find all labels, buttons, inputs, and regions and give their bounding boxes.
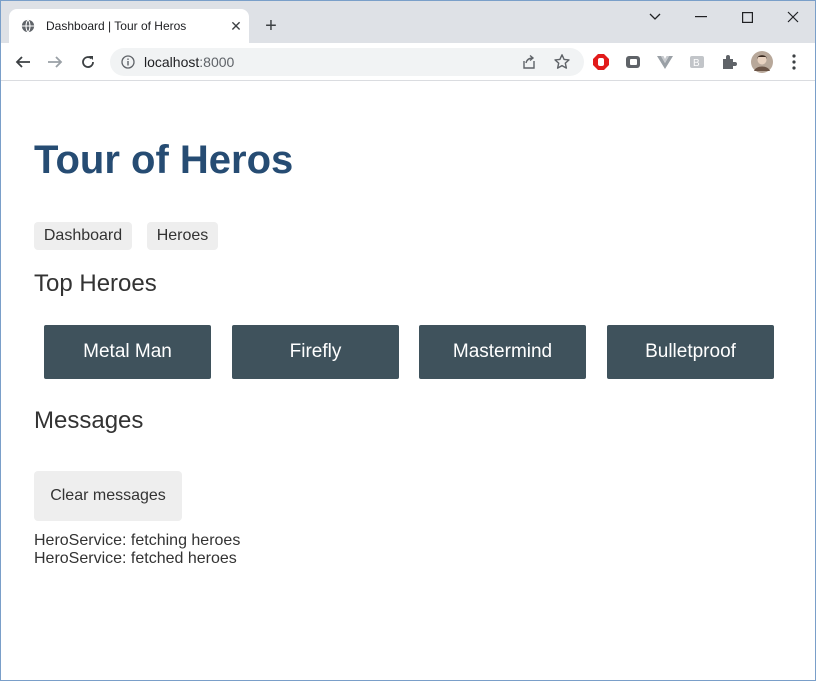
adblock-extension-icon[interactable] <box>592 53 610 71</box>
close-window-icon[interactable] <box>770 5 815 29</box>
url-port: :8000 <box>199 54 235 70</box>
top-heroes-heading: Top Heroes <box>34 270 157 297</box>
hero-card[interactable]: Mastermind <box>419 325 586 379</box>
messages-heading: Messages <box>34 407 144 434</box>
url-host: localhost <box>144 54 200 70</box>
star-icon[interactable] <box>553 53 571 71</box>
globe-icon <box>21 19 35 33</box>
url-text: localhost:8000 <box>144 54 234 70</box>
plus-icon[interactable]: + <box>260 15 282 37</box>
address-bar[interactable]: localhost:8000 <box>110 48 584 76</box>
hero-card[interactable]: Firefly <box>232 325 399 379</box>
tab-title: Dashboard | Tour of Heros <box>46 19 187 33</box>
message-item: HeroService: fetching heroes <box>34 532 241 549</box>
browser-window: Dashboard | Tour of Heros ✕ + localhost:… <box>0 0 816 681</box>
hero-card[interactable]: Bulletproof <box>607 325 774 379</box>
puzzle-icon[interactable] <box>720 53 738 71</box>
tab-strip: Dashboard | Tour of Heros ✕ + <box>1 1 815 43</box>
kebab-menu-icon[interactable] <box>785 53 803 71</box>
clear-messages-button[interactable]: Clear messages <box>34 471 182 521</box>
forward-icon[interactable] <box>44 51 66 73</box>
nav-link-dashboard[interactable]: Dashboard <box>34 222 132 250</box>
message-item: HeroService: fetched heroes <box>34 550 237 567</box>
chevron-down-icon[interactable] <box>632 5 678 29</box>
extension-icon[interactable] <box>624 53 642 71</box>
page-content: Tour of Heros Dashboard Heroes Top Heroe… <box>1 81 815 680</box>
svg-text:B: B <box>693 58 700 69</box>
nav-link-heroes[interactable]: Heroes <box>147 222 218 250</box>
hero-card[interactable]: Metal Man <box>44 325 211 379</box>
share-icon[interactable] <box>521 54 537 70</box>
info-icon[interactable] <box>121 55 135 69</box>
extension-icon[interactable]: B <box>688 53 706 71</box>
browser-toolbar: localhost:8000 B <box>1 43 815 81</box>
page-title: Tour of Heros <box>34 138 294 182</box>
back-icon[interactable] <box>12 51 34 73</box>
minimize-icon[interactable] <box>678 5 724 29</box>
avatar[interactable] <box>751 51 773 73</box>
close-icon[interactable]: ✕ <box>227 17 245 35</box>
browser-tab[interactable]: Dashboard | Tour of Heros ✕ <box>9 9 249 43</box>
maximize-icon[interactable] <box>724 5 770 29</box>
vue-devtools-icon[interactable] <box>656 53 674 71</box>
reload-icon[interactable] <box>77 51 99 73</box>
